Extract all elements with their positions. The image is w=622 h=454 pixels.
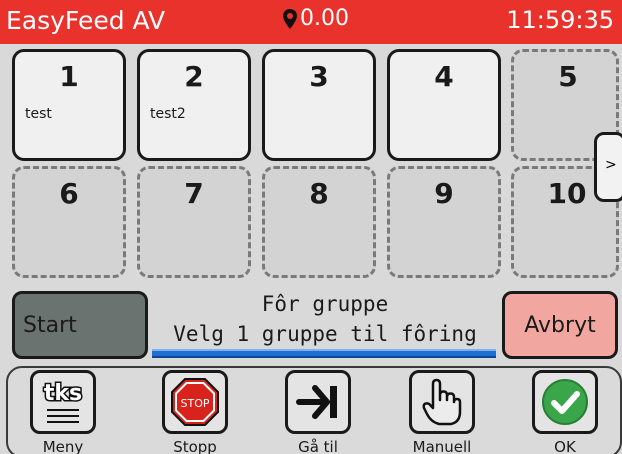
status-progress-bar (152, 349, 496, 358)
ok-label: OK (554, 438, 576, 454)
group-number: 6 (59, 177, 79, 210)
goto-button-frame (285, 370, 351, 434)
checkmark-icon (542, 379, 588, 425)
group-tile-3[interactable]: 3 (262, 49, 376, 161)
hand-pointer-icon (422, 378, 462, 426)
ok-button-frame (532, 370, 598, 434)
manual-button-frame (409, 370, 475, 434)
status-message: Velg 1 gruppe til fôring (173, 322, 477, 346)
group-number: 3 (309, 60, 329, 93)
menu-button[interactable]: tks Meny (18, 370, 108, 454)
stop-sign-icon: STOP (171, 378, 219, 426)
stop-label: Stopp (173, 438, 217, 454)
skip-to-end-icon (296, 385, 337, 419)
stop-button-frame: STOP (162, 370, 228, 434)
menu-label: Meny (42, 438, 84, 454)
tks-logo-text: tks (44, 381, 82, 406)
group-name: test (25, 106, 52, 122)
cancel-button[interactable]: Avbryt (502, 291, 618, 359)
group-tile-6[interactable]: 6 (12, 166, 126, 278)
group-number: 9 (434, 177, 454, 210)
manual-label: Manuell (412, 438, 472, 454)
tks-logo-icon: tks (42, 380, 84, 423)
stop-button[interactable]: STOP Stopp (150, 370, 240, 454)
app-title: EasyFeed AV (6, 6, 166, 35)
group-tile-8[interactable]: 8 (262, 166, 376, 278)
group-tile-4[interactable]: 4 (387, 49, 501, 161)
goto-button[interactable]: Gå til (273, 370, 363, 454)
manual-button[interactable]: Manuell (397, 370, 487, 454)
start-button[interactable]: Start (12, 291, 148, 359)
clock: 11:59:35 (506, 6, 614, 34)
group-name: test2 (150, 106, 186, 122)
group-tile-1[interactable]: 1 test (12, 49, 126, 161)
ok-button[interactable]: OK (520, 370, 610, 454)
map-pin-icon (283, 8, 297, 29)
group-number: 8 (309, 177, 329, 210)
group-tile-9[interactable]: 9 (387, 166, 501, 278)
status-title: Fôr gruppe (261, 292, 389, 316)
next-page-button[interactable]: > (594, 132, 622, 202)
group-tile-7[interactable]: 7 (137, 166, 251, 278)
location-readout: 0.00 (282, 6, 349, 31)
menu-button-frame: tks (30, 370, 96, 434)
group-number: 2 (184, 60, 204, 93)
group-number: 4 (434, 60, 454, 93)
title-bar: EasyFeed AV 0.00 11:59:35 (0, 0, 622, 44)
group-number: 7 (184, 177, 204, 210)
group-number: 5 (558, 60, 578, 93)
location-value: 0.00 (300, 6, 349, 31)
group-number: 1 (59, 60, 79, 93)
group-tile-2[interactable]: 2 test2 (137, 49, 251, 161)
stop-sign-text: STOP (181, 397, 210, 410)
goto-label: Gå til (298, 438, 338, 454)
